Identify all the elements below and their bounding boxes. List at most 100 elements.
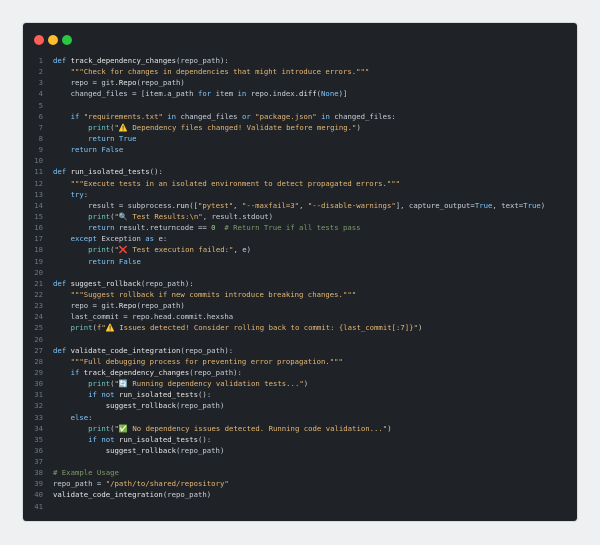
line-number: 40	[34, 490, 43, 500]
line-number: 36	[34, 445, 43, 455]
line-number: 2	[38, 67, 43, 77]
code-line: 36 suggest_rollback(repo_path)	[23, 445, 577, 456]
line-number: 30	[34, 379, 43, 389]
line-text: print("✅ No dependency issues detected. …	[88, 423, 392, 433]
code-line: 3 repo = git.Repo(repo_path)	[23, 77, 577, 88]
code-editor[interactable]: 1 def track_dependency_changes(repo_path)…	[23, 55, 577, 512]
code-line: 30 print("🔄 Running dependency validatio…	[23, 378, 577, 389]
line-number: 35	[34, 434, 43, 444]
line-text: return True	[88, 133, 137, 143]
line-number: 39	[34, 479, 43, 489]
code-line: 41	[23, 501, 577, 512]
line-text: suggest_rollback(repo_path)	[105, 445, 225, 455]
line-number: 31	[34, 390, 43, 400]
code-line: 23 repo = git.Repo(repo_path)	[23, 300, 577, 311]
line-number: 5	[38, 100, 43, 110]
line-text: print("⚠️ Dependency files changed! Vali…	[88, 122, 361, 132]
line-text: """Full debugging process for preventing…	[70, 356, 343, 366]
line-number: 38	[34, 468, 43, 478]
code-line: 6 if "requirements.txt" in changed_files…	[23, 111, 577, 122]
line-text: def run_isolated_tests():	[53, 167, 163, 177]
line-number: 34	[34, 423, 43, 433]
code-line: 26	[23, 334, 577, 345]
code-line: 25 print(f"⚠️ Issues detected! Consider …	[23, 322, 577, 333]
line-number: 29	[34, 367, 43, 377]
line-number: 9	[38, 145, 43, 155]
line-text: if track_dependency_changes(repo_path):	[70, 367, 242, 377]
window-titlebar	[23, 23, 577, 57]
line-text: print("🔄 Running dependency validation t…	[88, 379, 309, 389]
code-line: 1 def track_dependency_changes(repo_path)…	[23, 55, 577, 66]
code-window: 1 def track_dependency_changes(repo_path)…	[23, 23, 577, 521]
line-text: if not run_isolated_tests():	[88, 390, 212, 400]
code-line: 7 print("⚠️ Dependency files changed! Va…	[23, 122, 577, 133]
line-number: 32	[34, 401, 43, 411]
line-text: if "requirements.txt" in changed_files o…	[70, 111, 396, 121]
line-text: else:	[70, 412, 93, 422]
line-text: repo = git.Repo(repo_path)	[53, 78, 185, 88]
line-text: suggest_rollback(repo_path)	[105, 401, 225, 411]
line-text: """Check for changes in dependencies tha…	[70, 67, 370, 77]
code-line: 16 return result.returncode == 0 # Retur…	[23, 222, 577, 233]
line-text: print("❌ Test execution failed:", e)	[88, 245, 252, 255]
line-number: 22	[34, 289, 43, 299]
code-line: 22 """Suggest rollback if new commits in…	[23, 289, 577, 300]
line-number: 41	[34, 501, 43, 511]
line-text: return False	[70, 145, 124, 155]
line-text: return result.returncode == 0 # Return T…	[88, 223, 361, 233]
line-text: """Execute tests in an isolated environm…	[70, 178, 401, 188]
line-text: print("🔍 Test Results:\n", result.stdout…	[88, 211, 273, 221]
code-line: 4 changed_files = [item.a_path for item …	[23, 88, 577, 99]
line-number: 6	[38, 111, 43, 121]
maximize-button[interactable]	[62, 35, 72, 45]
line-text: try:	[70, 189, 89, 199]
minimize-button[interactable]	[48, 35, 58, 45]
code-line: 5	[23, 100, 577, 111]
code-line: 17 except Exception as e:	[23, 233, 577, 244]
line-text: if not run_isolated_tests():	[88, 434, 212, 444]
line-number: 25	[34, 323, 43, 333]
line-number: 15	[34, 211, 43, 221]
code-line: 34 print("✅ No dependency issues detecte…	[23, 423, 577, 434]
line-number: 3	[38, 78, 43, 88]
line-text: result = subprocess.run(["pytest", "--ma…	[53, 200, 546, 210]
line-number: 10	[34, 156, 43, 166]
line-number: 12	[34, 178, 43, 188]
line-text: last_commit = repo.head.commit.hexsha	[53, 312, 234, 322]
line-text: changed_files = [item.a_path for item in…	[53, 89, 348, 99]
line-number: 24	[34, 312, 43, 322]
line-number: 19	[34, 256, 43, 266]
line-number: 14	[34, 200, 43, 210]
line-number: 37	[34, 457, 43, 467]
line-number: 28	[34, 356, 43, 366]
code-line: 28 """Full debugging process for prevent…	[23, 356, 577, 367]
code-line: 18 print("❌ Test execution failed:", e)	[23, 244, 577, 255]
line-text: # Example Usage	[53, 468, 119, 478]
code-line: 32 suggest_rollback(repo_path)	[23, 400, 577, 411]
code-line: 8 return True	[23, 133, 577, 144]
code-line: 27 def validate_code_integration(repo_pat…	[23, 345, 577, 356]
code-line: 21 def suggest_rollback(repo_path):	[23, 278, 577, 289]
line-text: validate_code_integration(repo_path)	[53, 490, 212, 500]
code-line: 10	[23, 155, 577, 166]
code-line: 19 return False	[23, 256, 577, 267]
close-button[interactable]	[34, 35, 44, 45]
code-line: 11 def run_isolated_tests():	[23, 166, 577, 177]
line-text: print(f"⚠️ Issues detected! Consider rol…	[70, 323, 423, 333]
line-number: 33	[34, 412, 43, 422]
code-line: 13 try:	[23, 189, 577, 200]
code-line: 31 if not run_isolated_tests():	[23, 389, 577, 400]
code-line: 9 return False	[23, 144, 577, 155]
code-line: 35 if not run_isolated_tests():	[23, 434, 577, 445]
code-line: 37	[23, 456, 577, 467]
line-number: 1	[38, 56, 43, 65]
line-number: 17	[34, 234, 43, 244]
line-number: 8	[38, 133, 43, 143]
line-text: return False	[88, 256, 141, 266]
line-number: 4	[38, 89, 43, 99]
line-text: def track_dependency_changes(repo_path):	[53, 56, 229, 65]
code-line: 12 """Execute tests in an isolated envir…	[23, 178, 577, 189]
code-line: 33 else:	[23, 412, 577, 423]
line-text: def suggest_rollback(repo_path):	[53, 278, 194, 288]
line-text: except Exception as e:	[70, 234, 168, 244]
